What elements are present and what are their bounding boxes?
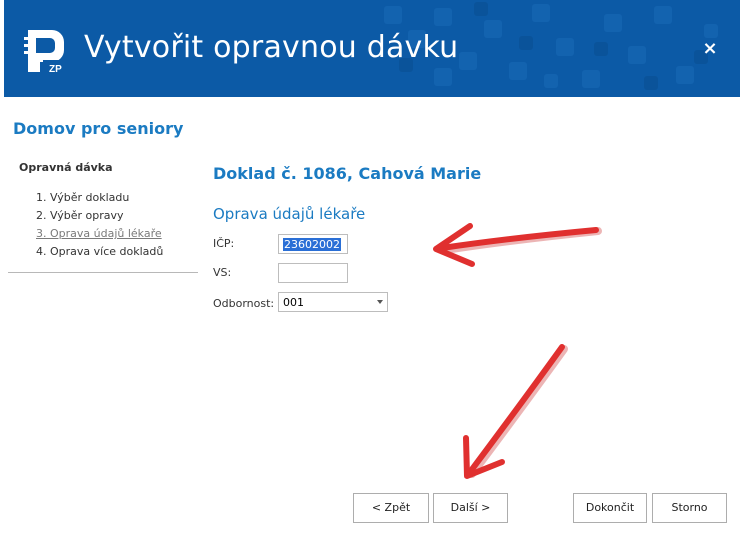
- odbornost-label: Odbornost:: [213, 297, 275, 310]
- step-item[interactable]: 2. Výběr opravy: [36, 209, 124, 222]
- icp-input[interactable]: 23602002: [278, 234, 348, 254]
- dialog-header: ZP Vytvořit opravnou dávku ×: [4, 0, 740, 97]
- annotation-arrow-icon: [433, 223, 602, 267]
- back-button[interactable]: < Zpět: [353, 493, 429, 523]
- icp-label: IČP:: [213, 237, 235, 250]
- next-button[interactable]: Další >: [433, 493, 508, 523]
- odbornost-select[interactable]: 001: [278, 292, 388, 312]
- cancel-button[interactable]: Storno: [652, 493, 727, 523]
- odbornost-value: 001: [283, 296, 304, 309]
- vs-input[interactable]: [278, 263, 348, 283]
- chevron-down-icon: [377, 300, 383, 304]
- vs-label: VS:: [213, 266, 232, 279]
- finish-button[interactable]: Dokončit: [573, 493, 647, 523]
- dialog-title: Vytvořit opravnou dávku: [84, 30, 459, 65]
- steps-divider: [8, 272, 198, 273]
- step-item-active[interactable]: 3. Oprava údajů lékaře: [36, 227, 162, 240]
- step-item[interactable]: 1. Výběr dokladu: [36, 191, 129, 204]
- document-title: Doklad č. 1086, Cahová Marie: [213, 164, 482, 183]
- step-item[interactable]: 4. Oprava více dokladů: [36, 245, 163, 258]
- section-title: Domov pro seniory: [13, 119, 184, 138]
- app-logo-icon: ZP: [24, 30, 69, 74]
- form-subtitle: Oprava údajů lékaře: [213, 205, 366, 223]
- logo-text: ZP: [49, 64, 62, 74]
- steps-heading: Opravná dávka: [19, 161, 113, 174]
- annotation-arrow-icon: [463, 344, 568, 479]
- icp-value: 23602002: [283, 238, 341, 251]
- close-button[interactable]: ×: [699, 38, 721, 60]
